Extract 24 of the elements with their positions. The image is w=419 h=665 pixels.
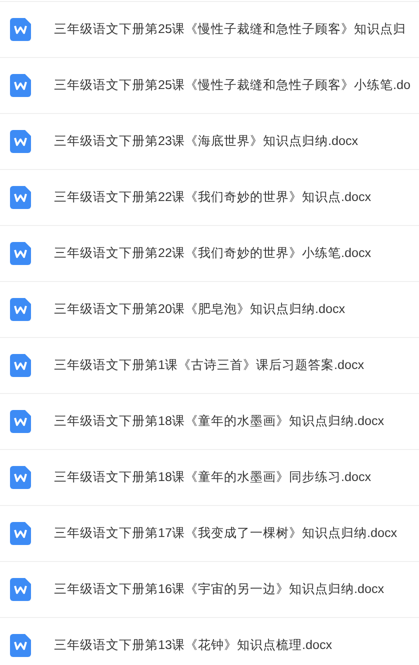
document-icon (10, 578, 31, 601)
file-name[interactable]: 三年级语文下册第13课《花钟》知识点梳理.docx (54, 636, 332, 655)
file-name[interactable]: 三年级语文下册第22课《我们奇妙的世界》小练笔.docx (54, 244, 372, 263)
document-icon (10, 130, 31, 153)
document-icon (10, 18, 31, 41)
file-name[interactable]: 三年级语文下册第16课《宇宙的另一边》知识点归纳.docx (54, 580, 384, 599)
file-name[interactable]: 三年级语文下册第18课《童年的水墨画》知识点归纳.docx (54, 412, 384, 431)
document-icon (10, 410, 31, 433)
file-name[interactable]: 三年级语文下册第23课《海底世界》知识点归纳.docx (54, 132, 358, 151)
document-icon (10, 186, 31, 209)
document-icon (10, 354, 31, 377)
document-icon (10, 242, 31, 265)
file-name[interactable]: 三年级语文下册第25课《慢性子裁缝和急性子顾客》知识点归 (54, 20, 406, 39)
document-icon (10, 634, 31, 657)
file-name[interactable]: 三年级语文下册第18课《童年的水墨画》同步练习.docx (54, 468, 372, 487)
file-name[interactable]: 三年级语文下册第1课《古诗三首》课后习题答案.docx (54, 356, 364, 375)
file-name[interactable]: 三年级语文下册第20课《肥皂泡》知识点归纳.docx (54, 300, 346, 319)
file-name[interactable]: 三年级语文下册第22课《我们奇妙的世界》知识点.docx (54, 188, 372, 207)
document-icon (10, 466, 31, 489)
file-name[interactable]: 三年级语文下册第17课《我变成了一棵树》知识点归纳.docx (54, 524, 398, 543)
document-icon (10, 298, 31, 321)
file-name[interactable]: 三年级语文下册第25课《慢性子裁缝和急性子顾客》小练笔.do (54, 76, 411, 95)
document-icon (10, 522, 31, 545)
document-icon (10, 74, 31, 97)
